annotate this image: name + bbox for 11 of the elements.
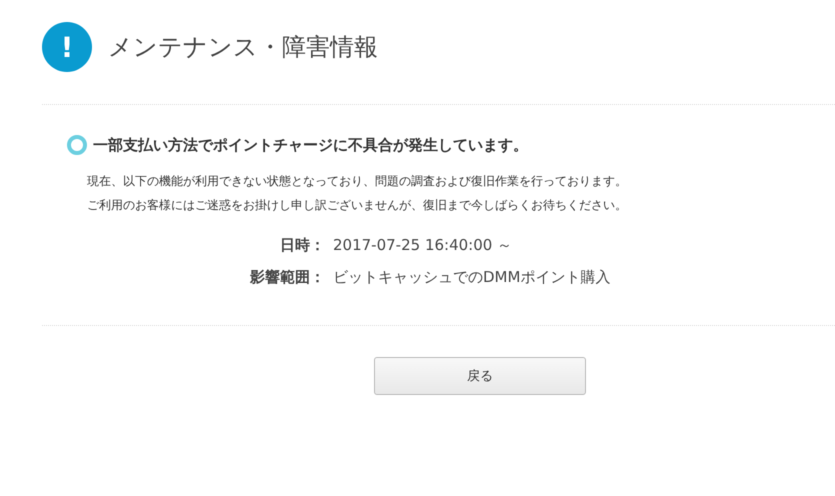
detail-value: 2017-07-25 16:40:00 ～ <box>333 235 514 255</box>
detail-value: ビットキャッシュでのDMMポイント購入 <box>333 267 612 287</box>
back-button[interactable]: 戻る <box>374 357 586 395</box>
page-title: メンテナンス・障害情報 <box>108 32 378 63</box>
detail-label: 影響範囲： <box>249 267 325 287</box>
notice-title: 一部支払い方法でポイントチャージに不具合が発生しています。 <box>93 136 528 154</box>
notice-text: ご利用のお客様にはご迷惑をお掛けし申し訳ございませんが、復旧まで今しばらくお待ちください。 <box>87 197 627 214</box>
ring-icon <box>67 135 87 155</box>
alert-icon: ! <box>42 22 92 72</box>
notice-text: 現在、以下の機能が利用できない状態となっており、問題の調査および復旧作業を行っております。 <box>87 173 627 190</box>
detail-label: 日時： <box>279 235 325 255</box>
